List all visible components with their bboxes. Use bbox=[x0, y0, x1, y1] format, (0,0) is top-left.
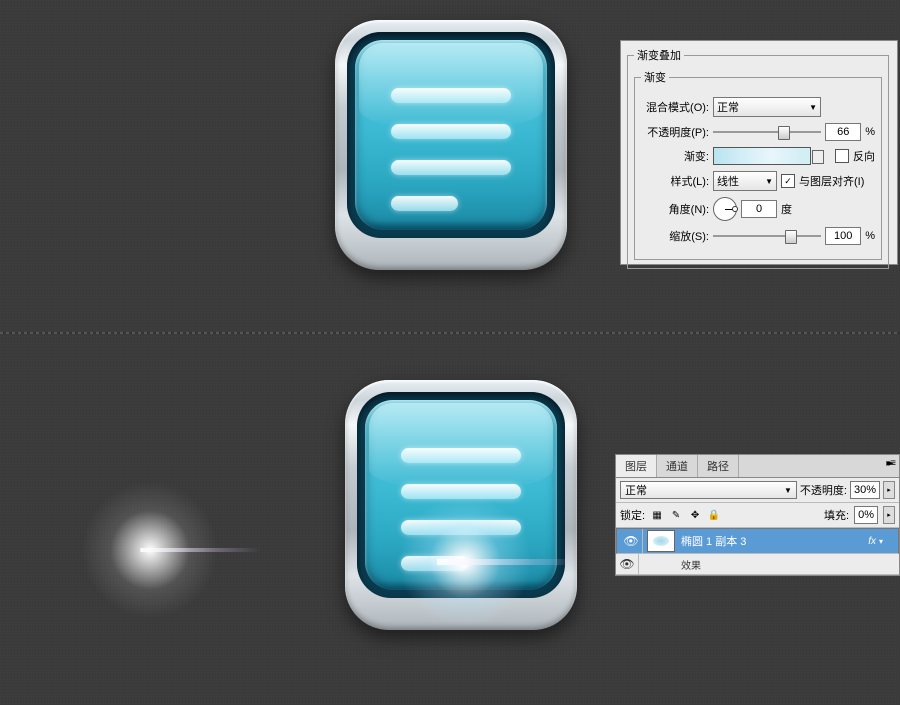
group-title: 渐变叠加 bbox=[634, 47, 684, 63]
tab-layers[interactable]: 图层 bbox=[616, 455, 657, 477]
icon-line bbox=[391, 196, 458, 211]
effects-label: 效果 bbox=[639, 557, 899, 572]
opacity-slider[interactable] bbox=[713, 125, 821, 139]
gradient-subgroup: 渐变 混合模式(O): 正常 ▼ 不透明度(P): 66 % 渐变: 反向 bbox=[634, 69, 882, 260]
icon-line bbox=[401, 556, 468, 571]
blend-mode-value: 正常 bbox=[717, 99, 739, 115]
subgroup-title: 渐变 bbox=[641, 69, 669, 85]
angle-dial[interactable] bbox=[713, 197, 737, 221]
layer-row-selected[interactable]: 👁 椭圆 1 副本 3 fx ▾ bbox=[616, 528, 899, 554]
opacity-unit: % bbox=[865, 126, 875, 138]
blend-opacity-row: 正常 ▼ 不透明度: 30% ▸ bbox=[616, 478, 899, 503]
style-select[interactable]: 线性 ▼ bbox=[713, 171, 777, 191]
icon-line bbox=[401, 484, 521, 499]
icon-line bbox=[391, 124, 511, 139]
icon-line bbox=[391, 160, 511, 175]
fill-flyout-icon[interactable]: ▸ bbox=[883, 506, 895, 524]
layer-opacity-label: 不透明度: bbox=[800, 482, 847, 498]
ellipse-icon bbox=[653, 536, 669, 546]
check-icon: ✓ bbox=[784, 176, 792, 187]
layers-panel: 图层 通道 路径 ▸▸ ≡ 正常 ▼ 不透明度: 30% ▸ 锁定: ▦ ✎ ✥… bbox=[615, 454, 900, 576]
angle-unit: 度 bbox=[781, 201, 792, 217]
icon-line bbox=[401, 448, 521, 463]
gradient-row: 渐变: 反向 bbox=[641, 147, 875, 165]
layer-thumbnail[interactable] bbox=[647, 530, 675, 552]
layer-list: 👁 椭圆 1 副本 3 fx ▾ 👁 效果 bbox=[616, 528, 899, 575]
fill-value: 0% bbox=[858, 509, 874, 521]
gradient-swatch[interactable] bbox=[713, 147, 811, 165]
opacity-flyout-icon[interactable]: ▸ bbox=[883, 481, 895, 499]
gradient-group: 渐变叠加 渐变 混合模式(O): 正常 ▼ 不透明度(P): 66 % 渐变: bbox=[627, 47, 889, 269]
slider-thumb[interactable] bbox=[785, 230, 797, 244]
blend-mode-row: 混合模式(O): 正常 ▼ bbox=[641, 97, 875, 117]
section-divider bbox=[0, 332, 900, 334]
lock-fill-row: 锁定: ▦ ✎ ✥ 🔒 填充: 0% ▸ bbox=[616, 503, 899, 528]
visibility-toggle-icon[interactable]: 👁 bbox=[620, 529, 643, 553]
lock-position-icon[interactable]: ✥ bbox=[688, 508, 702, 522]
blend-mode-select[interactable]: 正常 ▼ bbox=[713, 97, 821, 117]
tab-paths[interactable]: 路径 bbox=[698, 455, 739, 477]
scale-slider[interactable] bbox=[713, 229, 821, 243]
layer-blend-value: 正常 bbox=[625, 482, 647, 498]
panel-tabs: 图层 通道 路径 ▸▸ ≡ bbox=[616, 455, 899, 478]
icon-lines bbox=[401, 448, 521, 592]
align-label: 与图层对齐(I) bbox=[799, 173, 864, 189]
icon-screen bbox=[365, 400, 557, 590]
style-label: 样式(L): bbox=[641, 173, 709, 189]
visibility-toggle-icon[interactable]: 👁 bbox=[616, 554, 639, 574]
fill-input[interactable]: 0% bbox=[854, 506, 878, 524]
panel-menu-icon[interactable]: ▸▸ ≡ bbox=[880, 455, 899, 477]
scale-input[interactable]: 100 bbox=[825, 227, 861, 245]
reverse-label: 反向 bbox=[853, 148, 875, 164]
gradient-overlay-panel: 渐变叠加 渐变 混合模式(O): 正常 ▼ 不透明度(P): 66 % 渐变: bbox=[620, 40, 898, 265]
icon-screen bbox=[355, 40, 547, 230]
spacer bbox=[739, 455, 880, 477]
blend-mode-label: 混合模式(O): bbox=[641, 99, 709, 115]
tab-channels[interactable]: 通道 bbox=[657, 455, 698, 477]
lock-all-icon[interactable]: 🔒 bbox=[707, 508, 721, 522]
icon-lines bbox=[391, 88, 511, 232]
opacity-row: 不透明度(P): 66 % bbox=[641, 123, 875, 141]
lock-pixels-icon[interactable]: ✎ bbox=[669, 508, 683, 522]
angle-row: 角度(N): 0 度 bbox=[641, 197, 875, 221]
lens-flare-standalone bbox=[70, 470, 230, 630]
layer-name[interactable]: 椭圆 1 副本 3 bbox=[679, 533, 868, 549]
opacity-input[interactable]: 66 bbox=[825, 123, 861, 141]
fill-label: 填充: bbox=[824, 507, 849, 523]
angle-input[interactable]: 0 bbox=[741, 200, 777, 218]
lock-label: 锁定: bbox=[620, 507, 645, 523]
layer-effects-row[interactable]: 👁 效果 bbox=[616, 554, 899, 575]
icon-line bbox=[391, 88, 511, 103]
app-icon-top bbox=[335, 20, 567, 270]
scale-unit: % bbox=[865, 230, 875, 242]
dropdown-arrow-icon: ▼ bbox=[809, 103, 817, 112]
app-icon-bottom bbox=[345, 380, 577, 630]
angle-label: 角度(N): bbox=[641, 201, 709, 217]
scale-row: 缩放(S): 100 % bbox=[641, 227, 875, 245]
dropdown-arrow-icon: ▼ bbox=[765, 177, 773, 186]
reverse-checkbox[interactable] bbox=[835, 149, 849, 163]
scale-label: 缩放(S): bbox=[641, 228, 709, 244]
lock-transparency-icon[interactable]: ▦ bbox=[650, 508, 664, 522]
layer-opacity-input[interactable]: 30% bbox=[850, 481, 880, 499]
layer-opacity-value: 30% bbox=[854, 484, 876, 496]
style-row: 样式(L): 线性 ▼ ✓ 与图层对齐(I) bbox=[641, 171, 875, 191]
layer-blend-select[interactable]: 正常 ▼ bbox=[620, 481, 797, 499]
slider-thumb[interactable] bbox=[778, 126, 790, 140]
fx-badge[interactable]: fx bbox=[868, 536, 876, 547]
fx-collapse-icon[interactable]: ▾ bbox=[879, 537, 891, 546]
style-value: 线性 bbox=[717, 173, 739, 189]
opacity-label: 不透明度(P): bbox=[641, 124, 709, 140]
icon-line bbox=[401, 520, 521, 535]
gradient-label: 渐变: bbox=[641, 148, 709, 164]
dropdown-arrow-icon: ▼ bbox=[784, 486, 792, 495]
align-checkbox[interactable]: ✓ bbox=[781, 174, 795, 188]
